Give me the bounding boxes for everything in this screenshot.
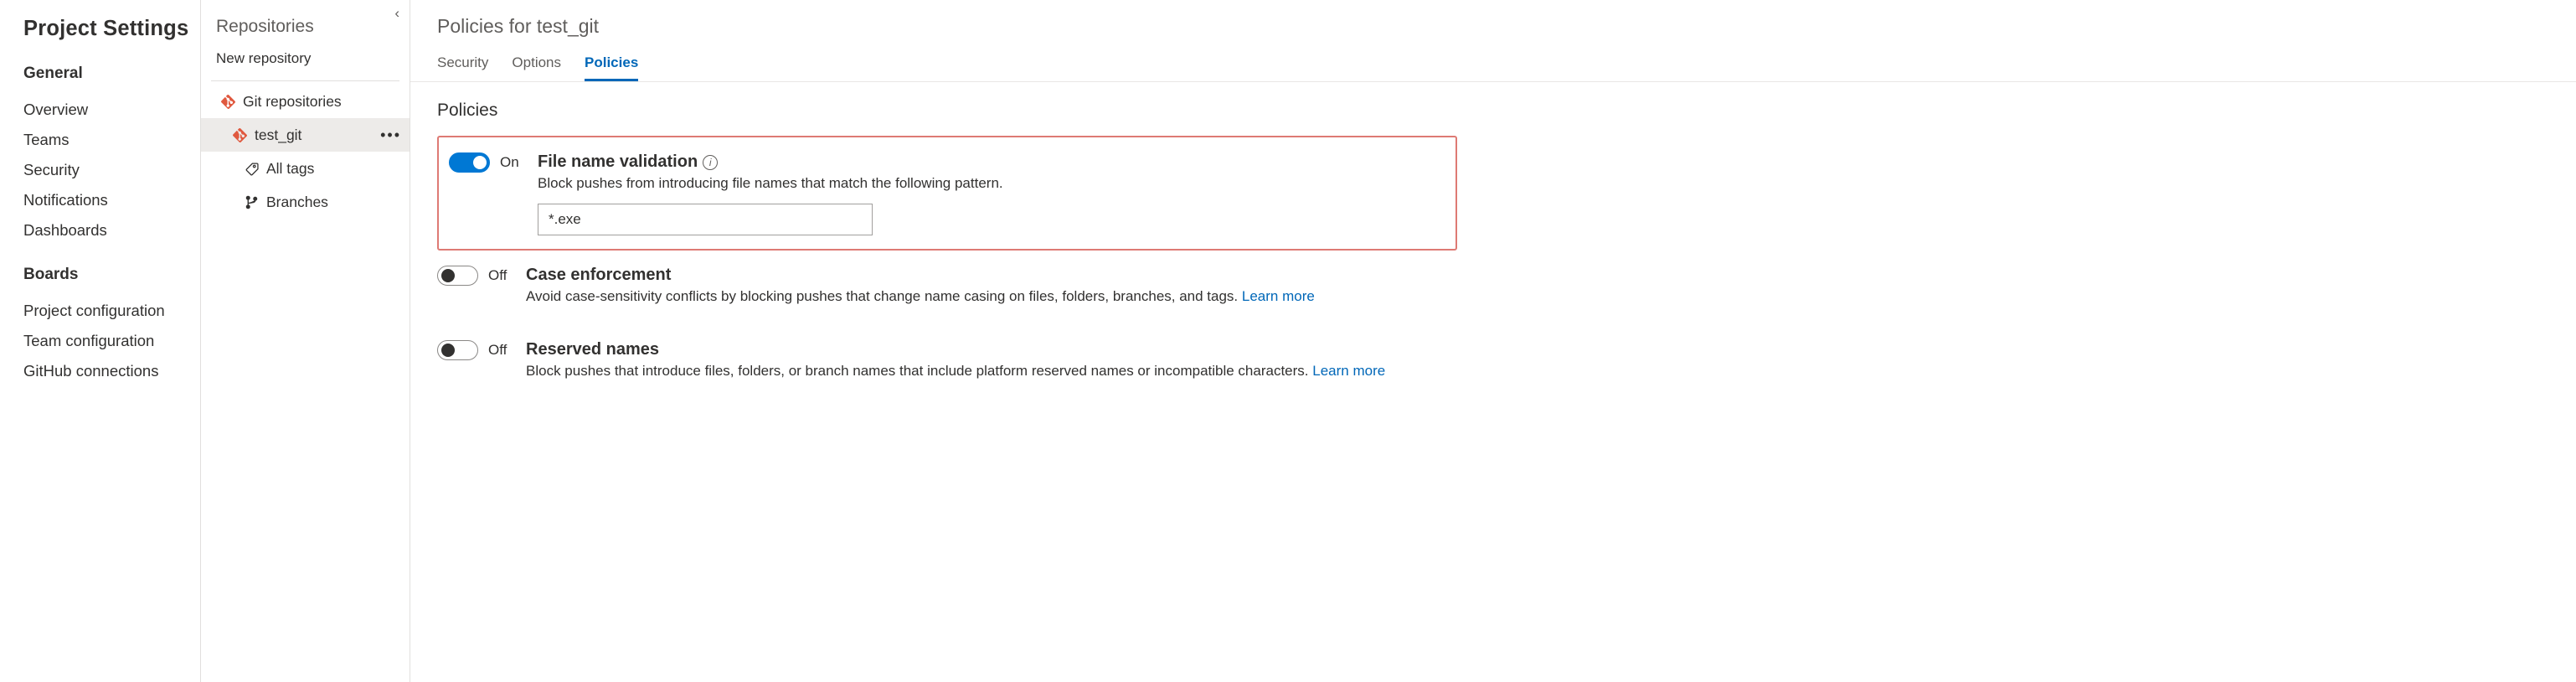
sidebar-section-boards: Boards Project configuration Team config…: [23, 266, 200, 386]
new-repository-button[interactable]: New repository: [201, 45, 410, 75]
toggle-wrap: Off: [437, 266, 526, 286]
policy-desc-text: Avoid case-sensitivity conflicts by bloc…: [526, 288, 1242, 304]
tree-branches-label: Branches: [266, 194, 328, 211]
policy-reserved-names: Off Reserved names Block pushes that int…: [437, 325, 2576, 400]
branch-icon: [243, 195, 260, 209]
main-header: Policies for test_git Security Options P…: [410, 0, 2576, 81]
nav-notifications[interactable]: Notifications: [23, 185, 200, 215]
nav-overview[interactable]: Overview: [23, 95, 200, 125]
nav-dashboards[interactable]: Dashboards: [23, 215, 200, 245]
git-repo-icon: [231, 128, 248, 142]
git-repo-icon: [219, 95, 236, 109]
tree-all-tags-label: All tags: [266, 160, 314, 178]
policy-body: Reserved names Block pushes that introdu…: [526, 340, 2563, 380]
nav-github-connections[interactable]: GitHub connections: [23, 356, 200, 386]
project-settings-sidebar: Project Settings General Overview Teams …: [0, 0, 201, 682]
policy-title: Reserved names: [526, 340, 659, 359]
project-settings-title: Project Settings: [23, 17, 200, 41]
toggle-state-label: Off: [488, 267, 507, 284]
policy-title: Case enforcement: [526, 266, 671, 285]
nav-project-configuration[interactable]: Project configuration: [23, 296, 200, 326]
tab-options[interactable]: Options: [512, 49, 561, 81]
policies-section: Policies On File name validation i Block…: [410, 81, 2576, 400]
section-header-general: General: [23, 65, 200, 83]
policies-heading: Policies: [437, 101, 2576, 121]
info-icon[interactable]: i: [703, 155, 718, 170]
policy-desc-text: Block pushes that introduce files, folde…: [526, 363, 1312, 379]
tree-git-repositories-label: Git repositories: [243, 93, 342, 111]
tab-security[interactable]: Security: [437, 49, 488, 81]
tabs: Security Options Policies: [437, 49, 2576, 81]
repositories-panel: ‹ Repositories New repository Git reposi…: [201, 0, 410, 682]
toggle-reserved-names[interactable]: [437, 340, 478, 360]
toggle-case-enforcement[interactable]: [437, 266, 478, 286]
main-content: Policies for test_git Security Options P…: [410, 0, 2576, 682]
policy-desc: Block pushes that introduce files, folde…: [526, 363, 2563, 380]
tree-repo-test-git-label: test_git: [255, 127, 301, 144]
policy-case-enforcement: Off Case enforcement Avoid case-sensitiv…: [437, 251, 2576, 325]
nav-team-configuration[interactable]: Team configuration: [23, 326, 200, 356]
toggle-wrap: On: [449, 152, 538, 173]
page-title: Policies for test_git: [437, 15, 2576, 38]
toggle-wrap: Off: [437, 340, 526, 360]
policy-body: File name validation i Block pushes from…: [538, 152, 1442, 235]
toggle-state-label: On: [500, 154, 519, 171]
collapse-panel-icon[interactable]: ‹: [394, 5, 399, 22]
learn-more-link[interactable]: Learn more: [1312, 363, 1385, 379]
section-header-boards: Boards: [23, 266, 200, 284]
policy-title: File name validation: [538, 152, 698, 172]
policy-desc: Block pushes from introducing file names…: [538, 175, 1442, 192]
nav-security[interactable]: Security: [23, 155, 200, 185]
tab-policies[interactable]: Policies: [585, 49, 638, 81]
tree-repo-test-git[interactable]: test_git •••: [201, 118, 410, 152]
policy-body: Case enforcement Avoid case-sensitivity …: [526, 266, 2563, 305]
tag-icon: [243, 162, 260, 176]
repo-tree: Git repositories test_git ••• All tags B…: [201, 81, 410, 219]
tree-git-repositories[interactable]: Git repositories: [201, 85, 410, 118]
policy-desc: Avoid case-sensitivity conflicts by bloc…: [526, 288, 2563, 305]
toggle-state-label: Off: [488, 342, 507, 359]
learn-more-link[interactable]: Learn more: [1242, 288, 1315, 304]
repo-context-menu-button[interactable]: •••: [380, 127, 401, 144]
nav-teams[interactable]: Teams: [23, 125, 200, 155]
policy-file-name-validation: On File name validation i Block pushes f…: [437, 136, 1457, 251]
tree-branches[interactable]: Branches: [201, 185, 410, 219]
sidebar-section-general: General Overview Teams Security Notifica…: [23, 65, 200, 245]
file-pattern-input[interactable]: [538, 204, 873, 235]
repositories-title: Repositories: [201, 13, 410, 45]
toggle-file-name-validation[interactable]: [449, 152, 490, 173]
tree-all-tags[interactable]: All tags: [201, 152, 410, 185]
